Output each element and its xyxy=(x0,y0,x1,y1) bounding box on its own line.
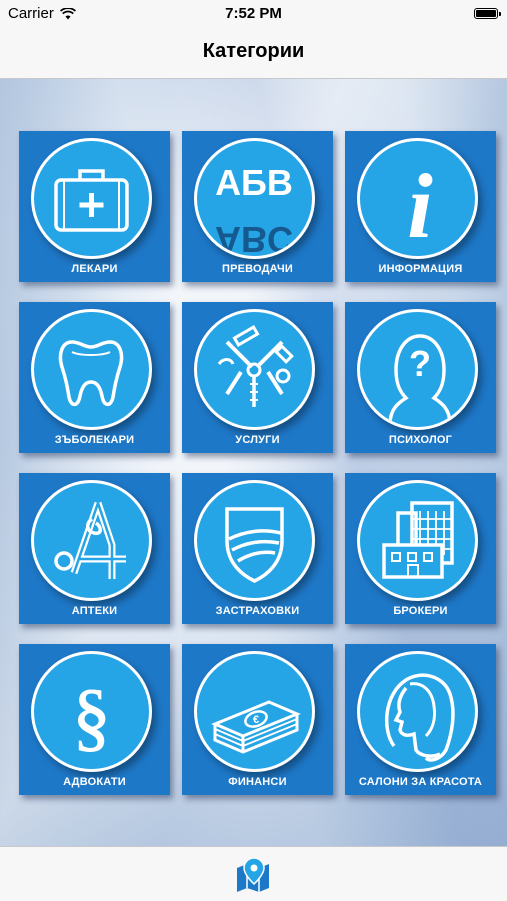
buildings-icon xyxy=(382,501,454,579)
category-tile-lawyers[interactable]: § АДВОКАТИ xyxy=(19,644,170,795)
woman-profile-icon xyxy=(384,673,455,762)
translators-icon-circle: ABC АБВ xyxy=(194,138,315,259)
battery-icon xyxy=(474,8,501,19)
insurance-icon-circle xyxy=(194,480,315,601)
svg-text:ABC: ABC xyxy=(215,219,293,256)
lawyers-icon-circle: § xyxy=(31,651,152,772)
category-grid: ЛЕКАРИ ABC АБВ ПРЕВОДАЧИ i ИНФОРМАЦИЯ ЗЪ… xyxy=(0,79,507,846)
category-tile-pharmacies[interactable]: АПТЕКИ xyxy=(19,473,170,624)
tile-label: УСЛУГИ xyxy=(235,434,280,446)
translation-abc-icon: ABC АБВ xyxy=(215,162,293,256)
tile-label: ПСИХОЛОГ xyxy=(388,434,453,446)
doctors-icon-circle xyxy=(31,138,152,259)
category-tile-beauty-salons[interactable]: САЛОНИ ЗА КРАСОТА xyxy=(345,644,496,795)
category-tile-insurance[interactable]: ЗАСТРАХОВКИ xyxy=(182,473,333,624)
svg-text:€: € xyxy=(253,714,259,726)
insurance-shield-icon xyxy=(225,507,284,583)
svg-text:i: i xyxy=(407,155,433,256)
category-tile-brokers[interactable]: БРОКЕРИ xyxy=(345,473,496,624)
beauty-salons-icon-circle xyxy=(357,651,478,772)
tile-label: САЛОНИ ЗА КРАСОТА xyxy=(358,776,483,788)
tile-label: АДВОКАТИ xyxy=(63,776,126,788)
tile-label: ЛЕКАРИ xyxy=(71,263,118,275)
tile-label: ПРЕВОДАЧИ xyxy=(221,263,294,275)
first-aid-kit-icon xyxy=(54,169,129,232)
tools-icon xyxy=(217,324,294,407)
psychologist-icon-circle: ? xyxy=(357,309,478,430)
category-tile-translators[interactable]: ABC АБВ ПРЕВОДАЧИ xyxy=(182,131,333,282)
finance-icon-circle: € xyxy=(194,651,315,772)
tab-bar xyxy=(0,846,507,901)
category-tile-information[interactable]: i ИНФОРМАЦИЯ xyxy=(345,131,496,282)
tile-label: АПТЕКИ xyxy=(71,605,118,617)
category-tile-doctors[interactable]: ЛЕКАРИ xyxy=(19,131,170,282)
clock: 7:52 PM xyxy=(225,5,282,22)
tile-label: ИНФОРМАЦИЯ xyxy=(378,263,463,275)
tile-label: БРОКЕРИ xyxy=(393,605,448,617)
svg-text:?: ? xyxy=(409,343,431,384)
dentists-icon-circle xyxy=(31,309,152,430)
category-tile-psychologist[interactable]: ? ПСИХОЛОГ xyxy=(345,302,496,453)
tile-label: ФИНАНСИ xyxy=(228,776,287,788)
tooth-icon xyxy=(58,340,124,407)
brokers-icon-circle xyxy=(357,480,478,601)
info-icon: i xyxy=(407,155,433,256)
svg-text:АБВ: АБВ xyxy=(215,162,293,203)
category-tile-dentists[interactable]: ЗЪБОЛЕКАРИ xyxy=(19,302,170,453)
category-tile-services[interactable]: УСЛУГИ xyxy=(182,302,333,453)
section-sign-icon: § xyxy=(72,675,111,760)
map-pin-icon[interactable] xyxy=(233,856,273,892)
navigation-bar: Категории xyxy=(0,28,507,79)
money-stack-icon: € xyxy=(211,700,301,754)
services-icon-circle xyxy=(194,309,315,430)
pharmacy-icon xyxy=(54,501,126,579)
tile-label: ЗАСТРАХОВКИ xyxy=(215,605,300,617)
category-tile-finance[interactable]: € ФИНАНСИ xyxy=(182,644,333,795)
information-icon-circle: i xyxy=(357,138,478,259)
status-bar: Carrier 7:52 PM xyxy=(0,0,507,28)
svg-text:§: § xyxy=(73,675,111,759)
tile-label: ЗЪБОЛЕКАРИ xyxy=(54,434,135,446)
pharmacies-icon-circle xyxy=(31,480,152,601)
head-question-icon: ? xyxy=(388,334,452,425)
page-title: Категории xyxy=(202,40,305,62)
